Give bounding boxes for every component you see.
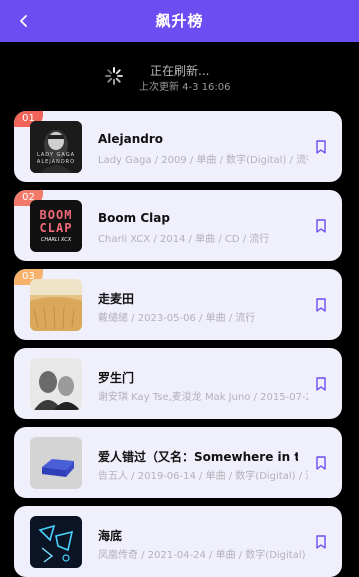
song-card[interactable]: 海底 凤凰传奇 / 2021-04-24 / 单曲 / 数字(Digital) … [14, 506, 342, 577]
bookmark-icon[interactable] [314, 534, 328, 550]
song-card[interactable]: 03 走麦田 戴缱缱 / 2023-05-06 / 单曲 / 流行 [14, 269, 342, 340]
album-cover: LADY GAGA ALEJANDRO [30, 121, 82, 173]
page-title: 飙升榜 [155, 12, 204, 30]
cover-text: CHARLI XCX [40, 237, 72, 243]
bookmark-icon[interactable] [314, 139, 328, 155]
song-meta: Charli XCX / 2014 / 单曲 / CD / 流行 [98, 234, 270, 245]
cover-art-duo [30, 358, 82, 410]
song-title: 爱人错过（又名：Somewhere in time） [98, 450, 298, 464]
song-meta: 谢安琪 Kay Tse,麦浚龙 Mak Juno / 2015-07-21 / … [98, 392, 308, 403]
album-cover [30, 358, 82, 410]
spinner-icon [105, 67, 123, 85]
cover-text: LADY GAGA [36, 152, 76, 158]
song-meta: 告五人 / 2019-06-14 / 单曲 / 数字(Digital) / 流行 [98, 471, 308, 482]
bookmark-icon[interactable] [314, 376, 328, 392]
song-meta: 戴缱缱 / 2023-05-06 / 单曲 / 流行 [98, 313, 256, 324]
cover-text: CLAP [39, 221, 73, 235]
refresh-last-updated: 上次更新 4-3 16:06 [139, 82, 231, 93]
song-title: 罗生门 [98, 371, 135, 385]
cover-art-portrait [30, 121, 82, 173]
album-cover [30, 279, 82, 331]
pull-to-refresh: 正在刷新... 上次更新 4-3 16:06 [0, 58, 359, 98]
cover-text: ALEJANDRO [36, 159, 76, 165]
bookmark-icon[interactable] [314, 455, 328, 471]
song-card[interactable]: 爱人错过（又名：Somewhere in time） 告五人 / 2019-06… [14, 427, 342, 498]
song-card[interactable]: 01 LADY GAGA ALEJANDRO Alejandro Lady Ga… [14, 111, 342, 182]
song-card[interactable]: 02 BOOM CLAP CHARLI XCX Boom Clap Charli… [14, 190, 342, 261]
song-title: Boom Clap [98, 211, 170, 225]
song-title: Alejandro [98, 132, 164, 146]
song-title: 走麦田 [98, 292, 135, 306]
song-card[interactable]: 罗生门 谢安琪 Kay Tse,麦浚龙 Mak Juno / 2015-07-2… [14, 348, 342, 419]
song-meta: Lady Gaga / 2009 / 单曲 / 数字(Digital) / 流行 [98, 155, 308, 166]
refresh-status: 正在刷新... [150, 64, 210, 78]
bookmark-icon[interactable] [314, 297, 328, 313]
song-title: 海底 [98, 529, 123, 543]
cover-art-blue-box [30, 437, 82, 489]
bookmark-icon[interactable] [314, 218, 328, 234]
album-cover [30, 437, 82, 489]
song-meta: 凤凰传奇 / 2021-04-24 / 单曲 / 数字(Digital) / 流… [98, 550, 308, 561]
app-header: 飙升榜 [0, 0, 359, 42]
album-cover: BOOM CLAP CHARLI XCX [30, 200, 82, 252]
cover-art-wheat [30, 279, 82, 331]
album-cover [30, 516, 82, 568]
cover-text: BOOM [39, 208, 73, 222]
cover-art-neon [30, 516, 82, 568]
